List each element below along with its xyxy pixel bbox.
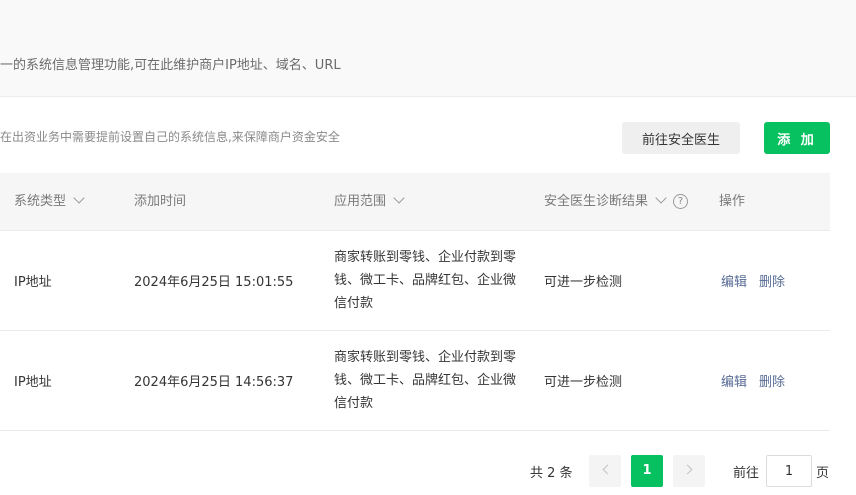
goto-label: 前往 xyxy=(733,466,760,481)
cell-scope: 商家转账到零钱、企业付款到零钱、微工卡、品牌红包、企业微信付款 xyxy=(334,350,517,411)
cell-scope: 商家转账到零钱、企业付款到零钱、微工卡、品牌红包、企业微信付款 xyxy=(334,250,517,311)
add-button[interactable]: 添 加 xyxy=(764,122,830,154)
chevron-down-icon[interactable] xyxy=(655,192,667,204)
column-header-actions: 操作 xyxy=(719,173,745,230)
column-header-added-time: 添加时间 xyxy=(134,173,186,230)
cell-diagnosis: 可进一步检测 xyxy=(544,275,623,290)
goto-suffix: 页 xyxy=(816,466,830,481)
page-button-current[interactable]: 1 xyxy=(631,455,663,487)
table-header: 系统类型 添加时间 应用范围 安全医生诊断结果? 操作 xyxy=(0,173,830,231)
delete-link[interactable]: 删除 xyxy=(759,371,785,390)
table-row: IP地址 2024年6月25日 15:01:55 商家转账到零钱、企业付款到零钱… xyxy=(0,231,830,331)
cell-actions: 编辑 删除 xyxy=(721,331,797,430)
page: 一的系统信息管理功能,可在此维护商户IP地址、域名、URL 在出资业务中需要提前… xyxy=(0,0,856,495)
pagination-total: 共 2 条 xyxy=(530,466,573,481)
cell-system-type: IP地址 xyxy=(14,275,52,290)
column-header-system-type[interactable]: 系统类型 xyxy=(14,173,85,230)
column-header-label: 系统类型 xyxy=(14,194,67,209)
column-header-label: 应用范围 xyxy=(334,194,387,209)
chevron-down-icon[interactable] xyxy=(73,192,85,204)
chevron-down-icon[interactable] xyxy=(393,192,405,204)
column-header-diagnosis[interactable]: 安全医生诊断结果? xyxy=(544,173,689,230)
next-page-button[interactable] xyxy=(673,455,705,487)
column-header-label: 安全医生诊断结果 xyxy=(544,194,649,209)
description-band: 一的系统信息管理功能,可在此维护商户IP地址、域名、URL xyxy=(0,0,856,97)
table-row: IP地址 2024年6月25日 14:56:37 商家转账到零钱、企业付款到零钱… xyxy=(0,331,830,431)
cell-diagnosis: 可进一步检测 xyxy=(544,375,623,390)
edit-link[interactable]: 编辑 xyxy=(721,271,747,290)
page-description: 一的系统信息管理功能,可在此维护商户IP地址、域名、URL xyxy=(0,58,341,73)
column-header-label: 添加时间 xyxy=(134,194,187,209)
cell-added-time: 2024年6月25日 15:01:55 xyxy=(134,275,294,290)
cell-added-time: 2024年6月25日 14:56:37 xyxy=(134,375,294,390)
chevron-right-icon xyxy=(682,464,692,475)
prev-page-button[interactable] xyxy=(589,455,621,487)
column-header-label: 操作 xyxy=(719,194,746,209)
cell-actions: 编辑 删除 xyxy=(721,231,797,330)
goto-security-doctor-button[interactable]: 前往安全医生 xyxy=(622,122,740,154)
toolbar-note: 在出资业务中需要提前设置自己的系统信息,来保障商户资金安全 xyxy=(0,130,340,144)
goto-page-input[interactable] xyxy=(766,455,812,487)
column-header-scope[interactable]: 应用范围 xyxy=(334,173,405,230)
cell-system-type: IP地址 xyxy=(14,375,52,390)
chevron-left-icon xyxy=(602,464,612,475)
question-circle-icon[interactable]: ? xyxy=(673,194,689,209)
delete-link[interactable]: 删除 xyxy=(759,271,785,290)
edit-link[interactable]: 编辑 xyxy=(721,371,747,390)
system-info-table: 系统类型 添加时间 应用范围 安全医生诊断结果? 操作 IP地址 2024年6月… xyxy=(0,173,830,431)
